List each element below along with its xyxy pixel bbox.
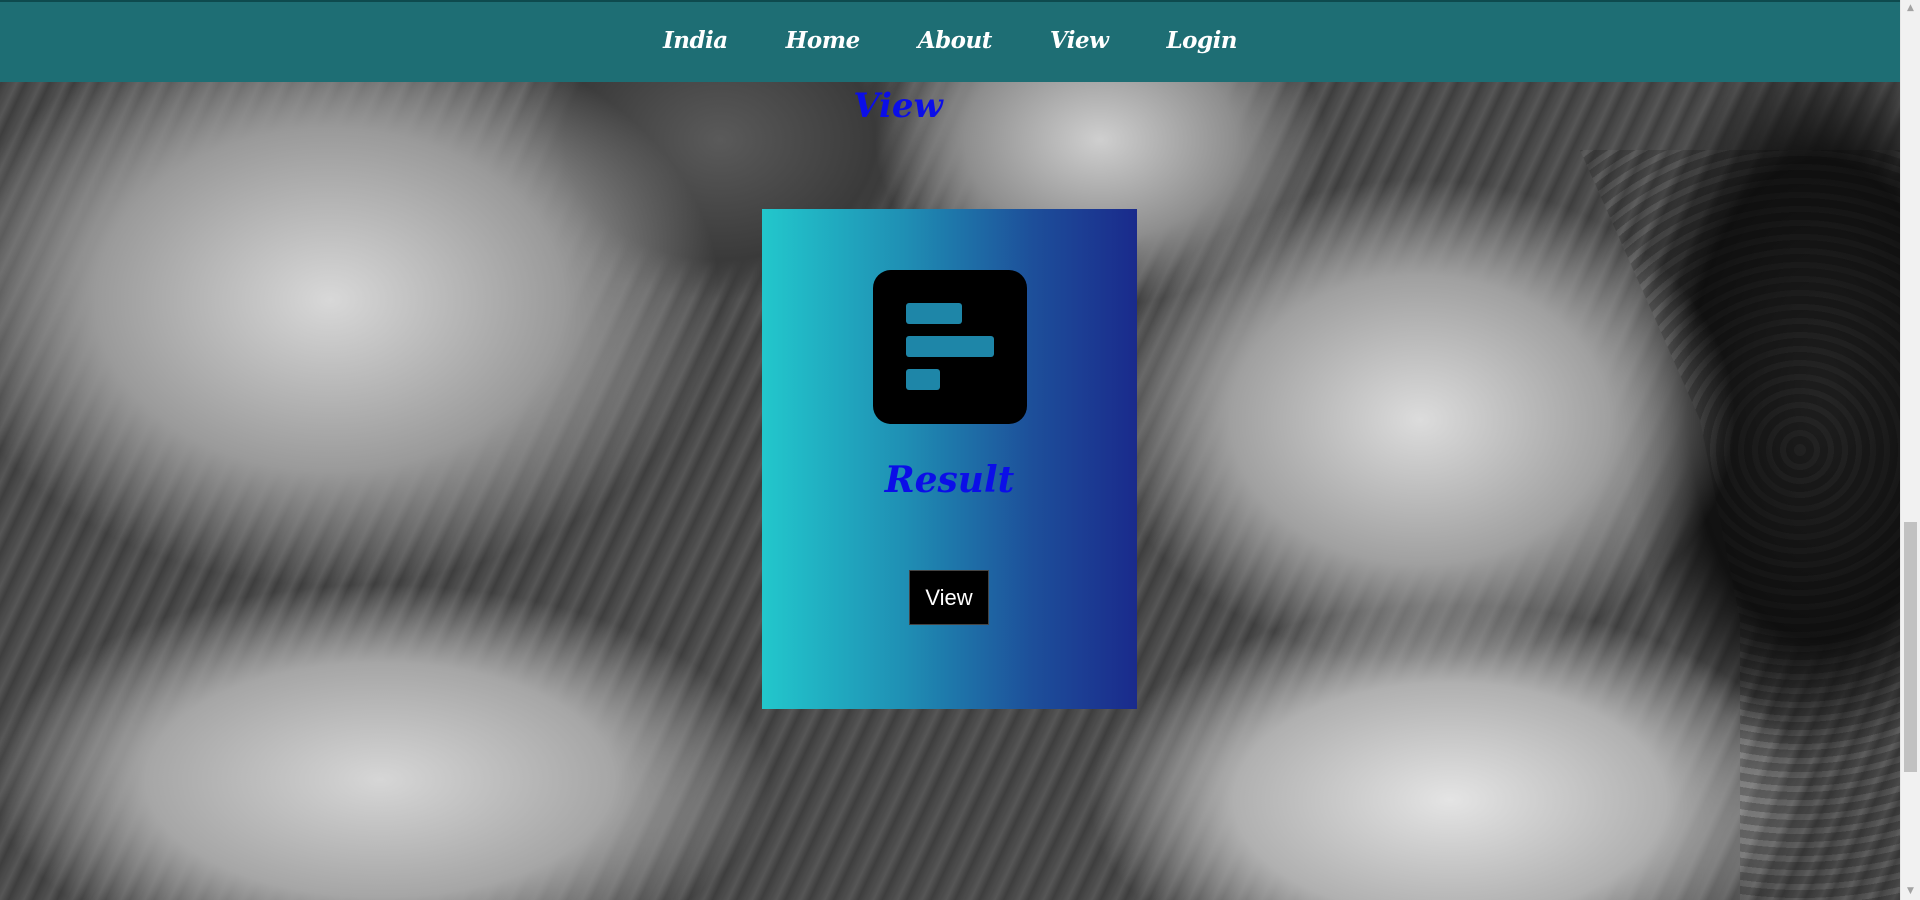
vertical-scrollbar[interactable]: ▲ ▼ bbox=[1900, 0, 1920, 900]
icon-bar bbox=[906, 336, 994, 357]
page: India Home About View Login View Result … bbox=[0, 0, 1920, 900]
nav-item-about[interactable]: About bbox=[889, 27, 1021, 54]
nav-item-home[interactable]: Home bbox=[757, 27, 889, 54]
result-card: Result View bbox=[762, 209, 1137, 709]
nav-item-view[interactable]: View bbox=[1021, 27, 1138, 54]
section-title: View bbox=[853, 86, 943, 126]
nav-item-login[interactable]: Login bbox=[1137, 27, 1266, 54]
navbar: India Home About View Login bbox=[0, 0, 1900, 82]
card-title: Result bbox=[884, 459, 1015, 501]
nav-list: India Home About View Login bbox=[0, 2, 1900, 78]
scroll-up-arrow-icon[interactable]: ▲ bbox=[1901, 0, 1920, 17]
scroll-thumb[interactable] bbox=[1904, 522, 1917, 772]
icon-bar bbox=[906, 369, 940, 390]
view-button[interactable]: View bbox=[909, 570, 989, 625]
icon-bar bbox=[906, 303, 962, 324]
nav-item-india[interactable]: India bbox=[634, 27, 757, 54]
scroll-down-arrow-icon[interactable]: ▼ bbox=[1901, 883, 1920, 900]
bar-chart-horizontal-icon bbox=[873, 270, 1027, 424]
